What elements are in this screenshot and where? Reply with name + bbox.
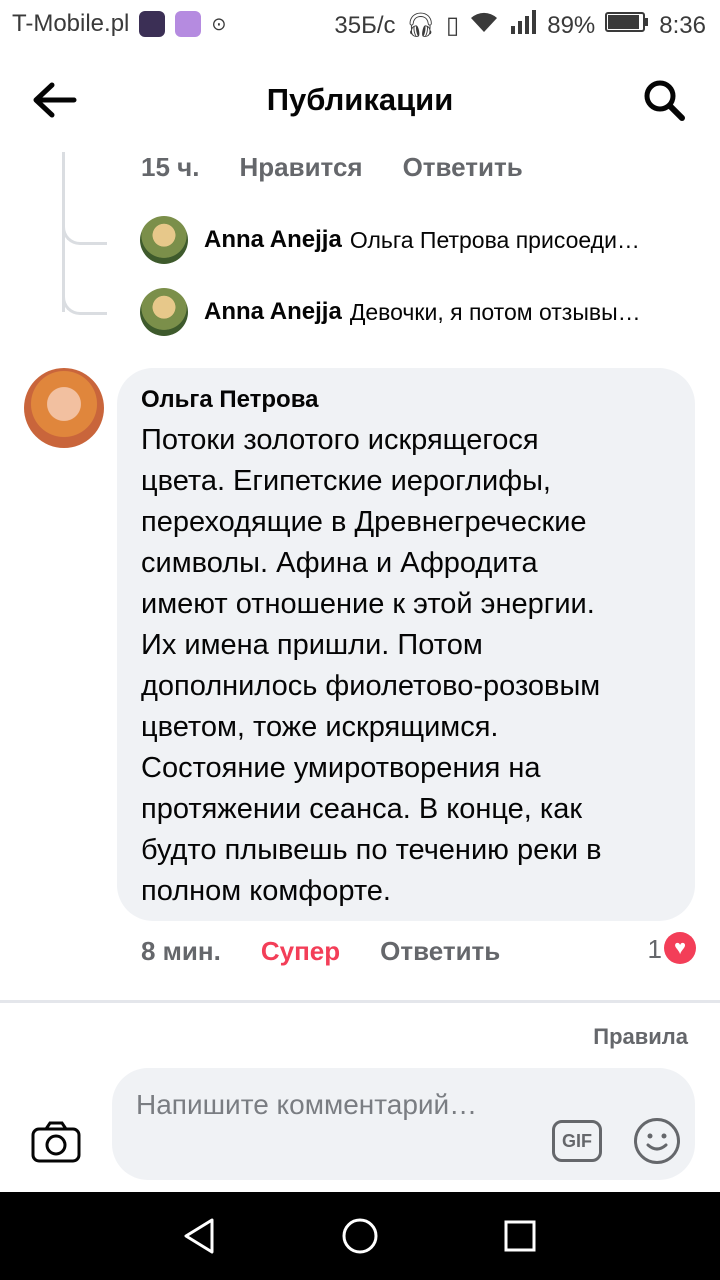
parent-comment-time: 15 ч. bbox=[141, 152, 200, 182]
voicemail-icon: ⊙ bbox=[211, 13, 227, 34]
battery-icon bbox=[605, 10, 649, 41]
search-icon[interactable] bbox=[642, 78, 686, 122]
parent-comment-actions: 15 ч. Нравится Ответить bbox=[141, 152, 563, 183]
heart-reaction-icon[interactable]: ♥ bbox=[664, 932, 696, 964]
carrier-label: T-Mobile.pl bbox=[12, 10, 130, 37]
comment-placeholder[interactable]: Напишите комментарий… bbox=[136, 1086, 496, 1124]
thread-connector bbox=[62, 290, 107, 315]
reply-button[interactable]: Ответить bbox=[403, 152, 523, 183]
page-title: Публикации bbox=[266, 82, 454, 117]
comment-author[interactable]: Ольга Петрова bbox=[141, 386, 319, 414]
comment-bubble[interactable]: Ольга Петрова Потоки золотого искрящегос… bbox=[117, 368, 695, 921]
gif-button[interactable]: GIF bbox=[552, 1120, 602, 1162]
reply-text: Ольга Петрова присоеди… bbox=[349, 226, 640, 253]
nav-back-icon[interactable] bbox=[178, 1214, 222, 1258]
like-button[interactable]: Нравится bbox=[239, 152, 362, 183]
app-notification-icon bbox=[139, 11, 166, 37]
reply-button[interactable]: Ответить bbox=[380, 936, 500, 967]
reply-preview[interactable]: Anna Anejja Ольга Петрова присоеди… bbox=[140, 216, 700, 264]
rules-link[interactable]: Правила bbox=[593, 1024, 688, 1050]
camera-icon[interactable] bbox=[30, 1120, 82, 1164]
gallery-notification-icon bbox=[175, 11, 202, 37]
comment-actions: 8 мин. Супер Ответить bbox=[141, 936, 540, 967]
clock: 8:36 bbox=[659, 11, 706, 39]
wifi-icon bbox=[469, 10, 499, 41]
network-speed: 35Б/с bbox=[334, 11, 396, 39]
battery-percent: 89% bbox=[547, 11, 596, 39]
reply-preview[interactable]: Anna Anejja Девочки, я потом отзывы… bbox=[140, 288, 700, 336]
comment-input[interactable]: Напишите комментарий… GIF bbox=[112, 1068, 695, 1180]
divider bbox=[0, 1000, 720, 1003]
reaction-button[interactable]: Супер bbox=[261, 936, 340, 967]
thread-connector bbox=[62, 220, 107, 245]
reply-text: Девочки, я потом отзывы… bbox=[349, 298, 641, 325]
nav-home-icon[interactable] bbox=[338, 1214, 382, 1258]
avatar[interactable] bbox=[24, 368, 104, 448]
system-nav-bar bbox=[0, 1192, 720, 1280]
reply-author[interactable]: Anna Anejja bbox=[204, 298, 342, 326]
nav-recents-icon[interactable] bbox=[498, 1214, 542, 1258]
vibrate-icon: ▯ bbox=[446, 12, 460, 39]
avatar[interactable] bbox=[140, 216, 188, 264]
comment-time: 8 мин. bbox=[141, 936, 221, 966]
signal-icon bbox=[509, 10, 537, 41]
headphones-icon: 🎧︎ bbox=[405, 12, 437, 39]
status-bar: T-Mobile.pl ⊙ 35Б/с 🎧︎ ▯ 89% 8:36 bbox=[0, 0, 720, 52]
app-header: Публикации bbox=[0, 52, 720, 148]
comment-text: Потоки золотого искрящегося цвета. Египе… bbox=[141, 424, 602, 907]
reply-author[interactable]: Anna Anejja bbox=[204, 226, 342, 254]
avatar[interactable] bbox=[140, 288, 188, 336]
emoji-icon[interactable] bbox=[634, 1118, 680, 1164]
reaction-count[interactable]: 1 bbox=[648, 934, 662, 965]
